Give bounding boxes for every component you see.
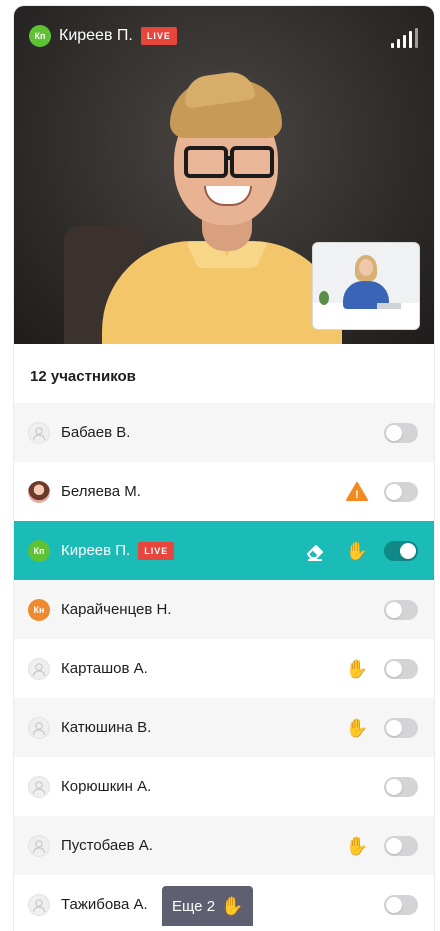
participant-toggle[interactable] xyxy=(384,658,418,679)
participant-row[interactable]: Корюшкин А. xyxy=(14,757,434,816)
participant-toggle[interactable] xyxy=(384,599,418,620)
svg-text:!: ! xyxy=(355,489,359,501)
eraser-icon[interactable] xyxy=(304,540,326,562)
conference-panel: Кп Киреев П. LIVE 12 участников Бабаев В… xyxy=(14,6,434,931)
signal-strength-icon xyxy=(391,28,418,48)
video-glasses-left xyxy=(184,146,228,178)
live-badge: LIVE xyxy=(138,541,175,560)
participant-avatar: Кн xyxy=(28,598,50,621)
warning-icon: ! xyxy=(346,481,368,503)
video-header: Кп Киреев П. LIVE xyxy=(29,25,177,47)
raised-hand-icon[interactable]: ✋ xyxy=(346,717,368,739)
participant-avatar: Кп xyxy=(28,539,50,562)
participant-toggle[interactable] xyxy=(384,422,418,443)
user-placeholder-icon xyxy=(28,893,50,916)
participant-photo xyxy=(28,480,50,503)
participant-toggle[interactable] xyxy=(384,540,418,561)
participants-list: Бабаев В. Беляева М. ! Кп Киреев П. LIVE… xyxy=(14,403,434,931)
user-placeholder-icon xyxy=(28,834,50,857)
pip-plant xyxy=(319,291,329,305)
user-placeholder-icon xyxy=(28,421,50,444)
participant-toggle[interactable] xyxy=(384,717,418,738)
self-video-thumbnail[interactable] xyxy=(312,242,420,330)
video-glasses-bridge xyxy=(227,156,233,160)
pip-laptop xyxy=(377,303,401,309)
raised-hand-icon[interactable]: ✋ xyxy=(346,658,368,680)
participant-name: Киреев П. xyxy=(61,542,131,559)
pip-face xyxy=(359,259,373,276)
main-video[interactable]: Кп Киреев П. LIVE xyxy=(14,6,434,344)
participant-toggle[interactable] xyxy=(384,481,418,502)
participant-name: Катюшина В. xyxy=(61,719,152,736)
speaker-name: Киреев П. xyxy=(59,27,133,44)
participants-count: 12 участников xyxy=(30,368,136,385)
participant-name: Корюшкин А. xyxy=(61,778,152,795)
more-participants-button[interactable]: Еще 2 ✋ xyxy=(162,886,254,926)
participant-name: Пустобаев А. xyxy=(61,837,153,854)
participant-row[interactable]: Катюшина В. ✋ xyxy=(14,698,434,757)
user-placeholder-icon xyxy=(28,775,50,798)
user-placeholder-icon xyxy=(28,657,50,680)
participant-toggle[interactable] xyxy=(384,776,418,797)
participant-toggle[interactable] xyxy=(384,894,418,915)
raised-hand-icon[interactable]: ✋ xyxy=(346,540,368,562)
participant-name: Карташов А. xyxy=(61,660,148,677)
video-glasses-right xyxy=(230,146,274,178)
live-badge: LIVE xyxy=(140,27,177,45)
participant-name: Тажибова А. xyxy=(61,896,148,913)
more-participants-label: Еще 2 xyxy=(172,897,216,915)
participant-row[interactable]: Беляева М. ! xyxy=(14,462,434,521)
participant-row[interactable]: Пустобаев А. ✋ xyxy=(14,816,434,875)
participant-row[interactable]: Кн Карайченцев Н. xyxy=(14,580,434,639)
participant-row-active[interactable]: Кп Киреев П. LIVE ✋ xyxy=(14,521,434,580)
participant-name: Беляева М. xyxy=(61,483,141,500)
participant-name: Карайченцев Н. xyxy=(61,601,172,618)
user-placeholder-icon xyxy=(28,716,50,739)
raised-hand-icon[interactable]: ✋ xyxy=(346,835,368,857)
participant-name: Бабаев В. xyxy=(61,424,131,441)
participant-row[interactable]: Бабаев В. xyxy=(14,403,434,462)
participant-toggle[interactable] xyxy=(384,835,418,856)
raised-hand-icon: ✋ xyxy=(221,896,244,916)
participant-row[interactable]: Карташов А. ✋ xyxy=(14,639,434,698)
speaker-avatar: Кп xyxy=(29,25,51,47)
